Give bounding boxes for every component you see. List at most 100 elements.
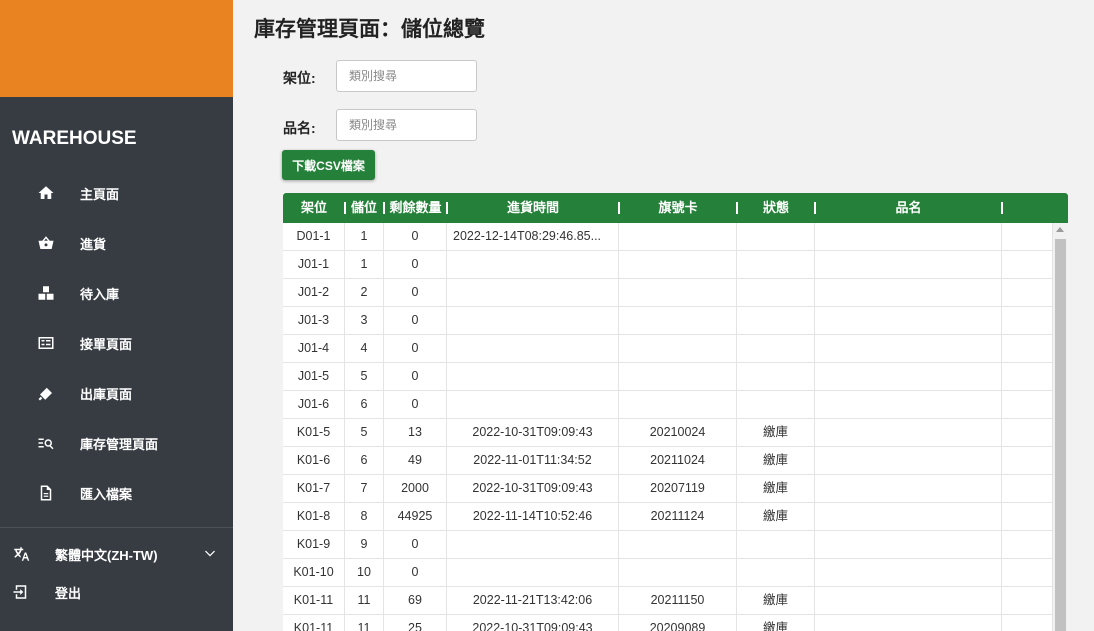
cell-received-time: 2022-10-31T09:09:43 bbox=[447, 615, 619, 631]
table-row[interactable]: J01-1 1 0 bbox=[283, 251, 1053, 279]
cell-shelf: J01-5 bbox=[283, 363, 345, 391]
sidebar: WAREHOUSE 主頁面 進貨 待入庫 接單頁面 出庫頁面 庫存管理頁面 匯入… bbox=[0, 0, 233, 631]
product-search-input[interactable] bbox=[336, 109, 477, 141]
cell-status bbox=[737, 279, 815, 307]
cell-slot: 7 bbox=[345, 475, 384, 503]
cell-slot: 10 bbox=[345, 559, 384, 587]
scroll-thumb[interactable] bbox=[1055, 239, 1066, 631]
sidebar-item-outbound[interactable]: 出庫頁面 bbox=[0, 368, 233, 418]
cell-status: 繳庫 bbox=[737, 475, 815, 503]
cell-received-time bbox=[447, 559, 619, 587]
cell-received-time: 2022-12-14T08:29:46.85... bbox=[447, 223, 619, 251]
cell-product bbox=[815, 335, 1002, 363]
cell-filler bbox=[1002, 279, 1053, 307]
cell-received-time: 2022-10-31T09:09:43 bbox=[447, 419, 619, 447]
cell-product bbox=[815, 531, 1002, 559]
table-row[interactable]: J01-3 3 0 bbox=[283, 307, 1053, 335]
cell-product bbox=[815, 391, 1002, 419]
cell-flag-card: 20211150 bbox=[619, 587, 737, 615]
cell-flag-card: 20207119 bbox=[619, 475, 737, 503]
cell-slot: 11 bbox=[345, 615, 384, 631]
logout-label: 登出 bbox=[55, 585, 82, 601]
storage-grid: 架位 儲位 剩餘數量 進貨時間 旗號卡 狀態 品名 D01-1 1 0 2022-12… bbox=[283, 193, 1068, 631]
scroll-up-arrow-icon[interactable] bbox=[1056, 227, 1064, 232]
cell-product bbox=[815, 251, 1002, 279]
cell-filler bbox=[1002, 223, 1053, 251]
cell-product bbox=[815, 447, 1002, 475]
page-title: 庫存管理頁面：儲位總覽 bbox=[254, 18, 485, 41]
sidebar-item-home[interactable]: 主頁面 bbox=[0, 168, 233, 218]
cell-status: 繳庫 bbox=[737, 447, 815, 475]
cell-product bbox=[815, 559, 1002, 587]
column-header-flag-card[interactable]: 旗號卡 bbox=[619, 193, 737, 223]
cell-slot: 6 bbox=[345, 447, 384, 475]
sidebar-item-purchase[interactable]: 進貨 bbox=[0, 218, 233, 268]
table-row[interactable]: J01-4 4 0 bbox=[283, 335, 1053, 363]
sidebar-item-label: 出庫頁面 bbox=[80, 386, 133, 402]
sidebar-item-orders[interactable]: 接單頁面 bbox=[0, 318, 233, 368]
cell-shelf: K01-7 bbox=[283, 475, 345, 503]
column-header-shelf[interactable]: 架位 bbox=[283, 193, 345, 223]
grid-scrollbar[interactable] bbox=[1053, 223, 1068, 631]
cell-shelf: D01-1 bbox=[283, 223, 345, 251]
column-header-received-time[interactable]: 進貨時間 bbox=[447, 193, 619, 223]
cell-filler bbox=[1002, 475, 1053, 503]
column-header-status[interactable]: 狀態 bbox=[737, 193, 815, 223]
table-row[interactable]: K01-8 8 44925 2022-11-14T10:52:46 20211124 繳庫 bbox=[283, 503, 1053, 531]
cell-flag-card: 20211124 bbox=[619, 503, 737, 531]
table-row[interactable]: K01-5 5 13 2022-10-31T09:09:43 20210024 繳庫 bbox=[283, 419, 1053, 447]
cell-received-time bbox=[447, 391, 619, 419]
cell-slot: 5 bbox=[345, 419, 384, 447]
cell-flag-card bbox=[619, 335, 737, 363]
cell-filler bbox=[1002, 251, 1053, 279]
sidebar-item-pending-storage[interactable]: 待入庫 bbox=[0, 268, 233, 318]
sidebar-item-import[interactable]: 匯入檔案 bbox=[0, 468, 233, 518]
cell-shelf: K01-8 bbox=[283, 503, 345, 531]
cell-remaining: 0 bbox=[384, 307, 447, 335]
table-row[interactable]: K01-9 9 0 bbox=[283, 531, 1053, 559]
column-separator[interactable] bbox=[1001, 202, 1003, 214]
table-row[interactable]: J01-2 2 0 bbox=[283, 279, 1053, 307]
table-row[interactable]: K01-10 10 0 bbox=[283, 559, 1053, 587]
cell-shelf: J01-6 bbox=[283, 391, 345, 419]
cell-status bbox=[737, 251, 815, 279]
table-row[interactable]: K01-6 6 49 2022-11-01T11:34:52 20211024 繳庫 bbox=[283, 447, 1053, 475]
column-header-slot[interactable]: 儲位 bbox=[345, 193, 383, 223]
cell-slot: 9 bbox=[345, 531, 384, 559]
table-row[interactable]: K01-11 11 69 2022-11-21T13:42:06 20211150 繳庫 bbox=[283, 587, 1053, 615]
language-selector[interactable]: 繁體中文(ZH-TW) bbox=[0, 540, 233, 568]
cell-remaining: 2000 bbox=[384, 475, 447, 503]
cell-flag-card bbox=[619, 391, 737, 419]
column-header-remaining[interactable]: 剩餘數量 bbox=[384, 193, 447, 223]
cell-filler bbox=[1002, 447, 1053, 475]
table-row[interactable]: K01-11 11 25 2022-10-31T09:09:43 20209089 繳庫 bbox=[283, 615, 1053, 631]
cell-status bbox=[737, 335, 815, 363]
home-icon bbox=[0, 184, 80, 202]
cell-status bbox=[737, 223, 815, 251]
grid-header: 架位 儲位 剩餘數量 進貨時間 旗號卡 狀態 品名 bbox=[283, 193, 1068, 223]
cell-received-time: 2022-11-21T13:42:06 bbox=[447, 587, 619, 615]
table-row[interactable]: D01-1 1 0 2022-12-14T08:29:46.85... bbox=[283, 223, 1053, 251]
logout-button[interactable]: 登出 bbox=[0, 578, 233, 606]
cell-remaining: 0 bbox=[384, 251, 447, 279]
cell-remaining: 13 bbox=[384, 419, 447, 447]
shelf-filter-label: 架位: bbox=[283, 70, 316, 86]
cell-received-time bbox=[447, 335, 619, 363]
cell-filler bbox=[1002, 587, 1053, 615]
cell-shelf: J01-1 bbox=[283, 251, 345, 279]
table-row[interactable]: J01-6 6 0 bbox=[283, 391, 1053, 419]
cell-status: 繳庫 bbox=[737, 615, 815, 631]
table-row[interactable]: K01-7 7 2000 2022-10-31T09:09:43 20207119 繳庫 bbox=[283, 475, 1053, 503]
download-csv-button[interactable]: 下載CSV檔案 bbox=[282, 150, 375, 180]
chevron-down-icon bbox=[203, 546, 217, 563]
cell-product bbox=[815, 419, 1002, 447]
cell-product bbox=[815, 307, 1002, 335]
cell-remaining: 25 bbox=[384, 615, 447, 631]
sidebar-item-inventory[interactable]: 庫存管理頁面 bbox=[0, 418, 233, 468]
table-row[interactable]: J01-5 5 0 bbox=[283, 363, 1053, 391]
cell-filler bbox=[1002, 615, 1053, 631]
sidebar-banner bbox=[0, 0, 233, 97]
shelf-search-input[interactable] bbox=[336, 60, 477, 92]
sidebar-item-label: 進貨 bbox=[80, 236, 107, 252]
column-header-product[interactable]: 品名 bbox=[815, 193, 1002, 223]
